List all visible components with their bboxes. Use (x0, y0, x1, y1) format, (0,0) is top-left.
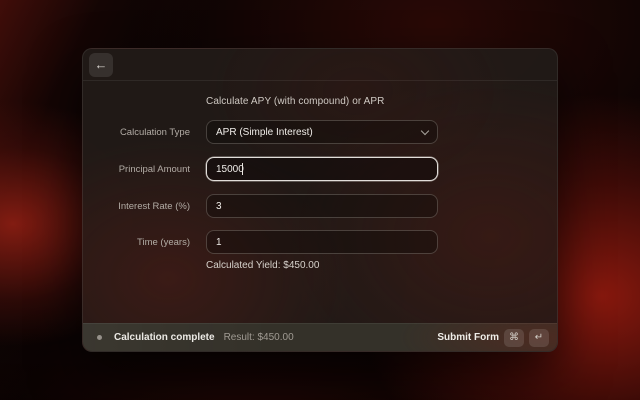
form-row-interest-rate: Interest Rate (%) (83, 194, 557, 218)
window-header: ← (83, 49, 557, 81)
form-title: Calculate APY (with compound) or APR (206, 96, 385, 107)
form-row-principal-amount: Principal Amount (83, 157, 557, 181)
arrow-left-icon: ← (94, 57, 108, 72)
submit-form-button[interactable]: Submit Form (437, 332, 499, 343)
calculated-yield-text: Calculated Yield: $450.00 (206, 260, 320, 271)
result-value: Result: $450.00 (223, 332, 294, 343)
calculation-type-label: Calculation Type (119, 126, 190, 138)
chevron-down-icon (420, 126, 430, 135)
text-cursor (242, 163, 243, 175)
return-key-icon[interactable]: ↵ (529, 328, 549, 347)
principal-amount-input[interactable] (206, 157, 438, 181)
status-message: Calculation complete (114, 332, 215, 343)
command-key-icon[interactable]: ⌘ (504, 328, 524, 347)
form-row-time-years: Time (years) (83, 230, 557, 254)
principal-amount-label: Principal Amount (118, 163, 190, 175)
back-button[interactable]: ← (89, 53, 113, 77)
time-years-input[interactable] (206, 230, 438, 254)
interest-rate-input[interactable] (206, 194, 438, 218)
form-row-calculation-type: Calculation Type APR (Simple Interest) (83, 120, 557, 144)
calculator-window: ← Calculate APY (with compound) or APR C… (82, 48, 558, 352)
calculation-type-value: APR (Simple Interest) (216, 126, 313, 138)
time-years-label: Time (years) (137, 236, 190, 248)
calculation-type-select[interactable]: APR (Simple Interest) (206, 120, 438, 144)
footer-bar: Calculation complete Result: $450.00 Sub… (83, 323, 557, 351)
interest-rate-label: Interest Rate (%) (118, 200, 190, 212)
status-dot-icon (97, 335, 102, 340)
